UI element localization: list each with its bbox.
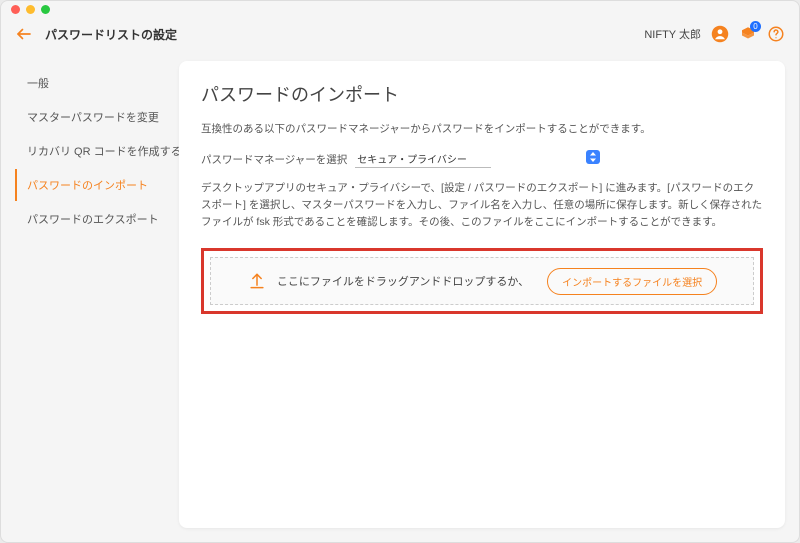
upload-icon [247, 271, 267, 291]
sidebar-item-label: 一般 [27, 78, 49, 90]
app-window: パスワードリストの設定 NIFTY 太郎 0 一般 マスターパスワードを変更 リ… [0, 0, 800, 543]
body: 一般 マスターパスワードを変更 リカバリ QR コードを作成する パスワードのイ… [1, 51, 799, 542]
dropzone-text: ここにファイルをドラッグアンドドロップするか、 [277, 273, 529, 289]
sidebar-item-recovery-qr[interactable]: リカバリ QR コードを作成する [15, 135, 165, 167]
main-panel: パスワードのインポート 互換性のある以下のパスワードマネージャーからパスワードを… [179, 61, 785, 528]
sidebar: 一般 マスターパスワードを変更 リカバリ QR コードを作成する パスワードのイ… [15, 61, 165, 528]
main-title: パスワードのインポート [201, 81, 763, 107]
sidebar-item-label: パスワードのインポート [27, 180, 148, 192]
user-avatar-icon[interactable] [711, 25, 729, 43]
notifications-icon[interactable]: 0 [739, 25, 757, 43]
window-close-icon[interactable] [11, 5, 20, 14]
notification-badge: 0 [750, 21, 761, 32]
manager-select-row: パスワードマネージャーを選択 [201, 150, 763, 168]
header-bar: パスワードリストの設定 NIFTY 太郎 0 [1, 17, 799, 51]
dropzone-highlight: ここにファイルをドラッグアンドドロップするか、 インポートするファイルを選択 [201, 248, 763, 314]
main-subtitle: 互換性のある以下のパスワードマネージャーからパスワードをインポートすることができ… [201, 121, 763, 136]
sidebar-item-import-passwords[interactable]: パスワードのインポート [15, 169, 165, 201]
help-icon[interactable] [767, 25, 785, 43]
header-left: パスワードリストの設定 [15, 25, 177, 43]
manager-select-label: パスワードマネージャーを選択 [201, 152, 347, 167]
select-file-button[interactable]: インポートするファイルを選択 [547, 268, 717, 295]
sidebar-item-label: マスターパスワードを変更 [27, 112, 159, 124]
sidebar-item-change-master-password[interactable]: マスターパスワードを変更 [15, 101, 165, 133]
sidebar-item-label: パスワードのエクスポート [27, 214, 159, 226]
sidebar-item-general[interactable]: 一般 [15, 67, 165, 99]
chevron-up-down-icon [586, 150, 600, 164]
import-instructions: デスクトップアプリのセキュア・プライバシーで、[設定 / パスワードのエクスポー… [201, 180, 763, 230]
back-arrow-icon[interactable] [15, 25, 33, 43]
header-right: NIFTY 太郎 0 [644, 25, 785, 43]
manager-select-input[interactable] [355, 150, 491, 168]
user-name: NIFTY 太郎 [644, 26, 701, 42]
window-zoom-icon[interactable] [41, 5, 50, 14]
file-dropzone[interactable]: ここにファイルをドラッグアンドドロップするか、 インポートするファイルを選択 [210, 257, 754, 305]
manager-select[interactable] [355, 150, 600, 168]
window-minimize-icon[interactable] [26, 5, 35, 14]
sidebar-item-label: リカバリ QR コードを作成する [27, 146, 182, 158]
mac-titlebar [1, 1, 799, 17]
dropzone-text-group: ここにファイルをドラッグアンドドロップするか、 [247, 271, 529, 291]
sidebar-item-export-passwords[interactable]: パスワードのエクスポート [15, 203, 165, 235]
page-title: パスワードリストの設定 [45, 26, 177, 43]
